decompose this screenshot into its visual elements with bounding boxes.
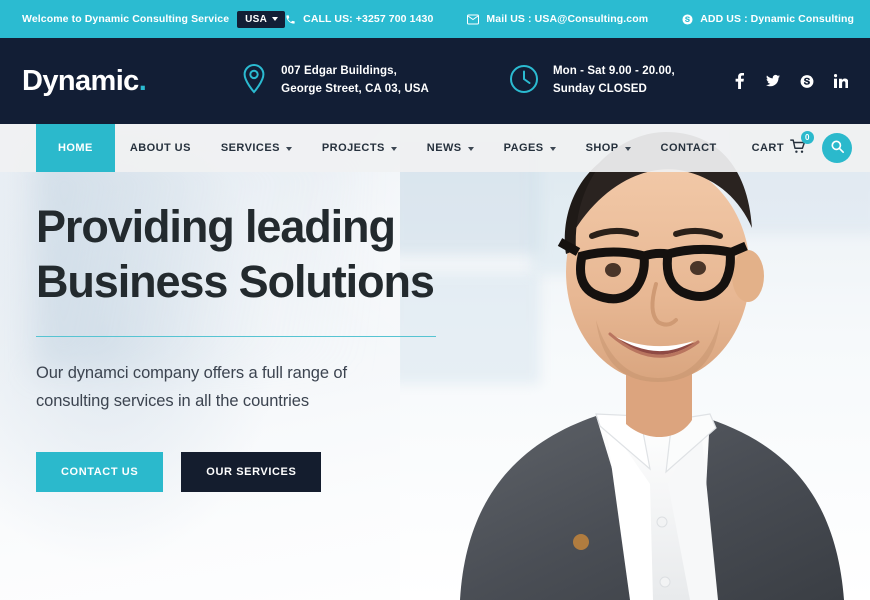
hero-title-line-1: Providing leading	[36, 201, 396, 252]
mail-us-item[interactable]: Mail US : USA@Consulting.com	[467, 13, 648, 25]
linkedin-icon[interactable]	[834, 73, 848, 89]
cart-icon: 0	[790, 131, 814, 157]
hours-line-1: Mon - Sat 9.00 - 20.00,	[552, 65, 675, 78]
hero-photo	[400, 124, 870, 600]
country-label: USA	[245, 13, 268, 25]
nav-item-home[interactable]: HOME	[36, 124, 115, 172]
nav-item-services[interactable]: SERVICES	[206, 124, 307, 172]
envelope-icon	[467, 14, 480, 25]
cart-button[interactable]: CART 0	[751, 131, 814, 157]
clock-icon	[509, 64, 539, 99]
hero-divider	[36, 335, 436, 337]
map-pin-icon	[241, 63, 267, 100]
nav-label: SHOP	[585, 142, 619, 154]
chevron-down-icon	[285, 147, 292, 151]
nav-label: PAGES	[503, 142, 544, 154]
nav-label: HOME	[58, 142, 93, 154]
add-us-item[interactable]: ADD US : Dynamic Consulting	[682, 13, 854, 25]
nav-item-pages[interactable]: PAGES	[489, 124, 571, 172]
hero-title: Providing leading Business Solutions	[36, 200, 456, 310]
logo-dot: .	[138, 64, 147, 97]
hours-line-2: Sunday CLOSED	[552, 83, 647, 95]
chevron-down-icon	[272, 17, 279, 21]
facebook-icon[interactable]	[732, 73, 746, 89]
nav-label: PROJECTS	[321, 142, 385, 154]
hero-buttons: CONTACT US OUR SERVICES	[36, 451, 456, 492]
main-navigation-wrap: HOME ABOUT US SERVICES PROJECTS NEWS PAG…	[0, 124, 870, 172]
mail-us-text: Mail US : USA@Consulting.com	[486, 13, 649, 25]
nav-item-about-us[interactable]: ABOUT US	[115, 124, 206, 172]
hero-content: Providing leading Business Solutions Our…	[36, 200, 456, 492]
site-header: Dynamic. 007 Edgar Buildings, George Str…	[0, 38, 870, 124]
logo-text: Dynamic	[22, 64, 139, 97]
top-info-bar: Welcome to Dynamic Consulting Service US…	[0, 0, 870, 38]
cart-count-badge: 0	[801, 131, 814, 144]
call-us-item[interactable]: CALL US: +3257 700 1430	[285, 13, 433, 25]
hero-sub-line-1: Our dynamci company offers a full range …	[36, 363, 347, 382]
page-root: Welcome to Dynamic Consulting Service US…	[0, 0, 870, 600]
nav-label: CONTACT	[660, 142, 717, 154]
hero-sub-line-2: consulting services in all the countries	[36, 392, 309, 411]
chevron-down-icon	[549, 147, 556, 151]
welcome-text: Welcome to Dynamic Consulting Service	[22, 13, 230, 25]
search-icon	[830, 140, 844, 156]
phone-icon	[285, 14, 296, 25]
nav-label: ABOUT US	[129, 142, 191, 154]
welcome-block: Welcome to Dynamic Consulting Service US…	[22, 10, 286, 28]
nav-label: SERVICES	[220, 142, 280, 154]
chevron-down-icon	[467, 147, 474, 151]
skype-icon[interactable]	[800, 73, 814, 89]
nav-item-projects[interactable]: PROJECTS	[307, 124, 412, 172]
nav-item-contact[interactable]: CONTACT	[646, 124, 732, 172]
skype-icon	[682, 13, 693, 25]
search-button[interactable]	[822, 133, 852, 163]
call-us-text: CALL US: +3257 700 1430	[303, 13, 434, 25]
hero-title-line-2: Business Solutions	[36, 255, 435, 307]
nav-right-tools: CART 0	[752, 124, 852, 172]
cart-label: CART	[751, 142, 784, 154]
social-links	[732, 73, 848, 89]
add-us-text: ADD US : Dynamic Consulting	[700, 13, 854, 25]
our-services-button[interactable]: OUR SERVICES	[181, 451, 322, 492]
site-logo[interactable]: Dynamic.	[22, 64, 147, 97]
header-address-block: 007 Edgar Buildings, George Street, CA 0…	[241, 63, 429, 100]
chevron-down-icon	[624, 147, 631, 151]
nav-item-news[interactable]: NEWS	[412, 124, 489, 172]
header-hours-block: Mon - Sat 9.00 - 20.00, Sunday CLOSED	[509, 63, 675, 99]
address-line-2: George Street, CA 03, USA	[281, 83, 429, 95]
chevron-down-icon	[390, 147, 397, 151]
nav-items: HOME ABOUT US SERVICES PROJECTS NEWS PAG…	[36, 124, 732, 172]
twitter-icon[interactable]	[766, 73, 780, 89]
address-line-1: 007 Edgar Buildings,	[281, 65, 397, 78]
nav-item-shop[interactable]: SHOP	[571, 124, 646, 172]
country-selector[interactable]: USA	[237, 10, 286, 28]
topbar-contact-items: CALL US: +3257 700 1430 Mail US : USA@Co…	[285, 13, 854, 25]
nav-label: NEWS	[426, 142, 462, 154]
contact-us-button[interactable]: CONTACT US	[36, 451, 164, 492]
hero-section: Providing leading Business Solutions Our…	[0, 124, 870, 600]
businessman-photo	[460, 132, 844, 600]
main-navigation: HOME ABOUT US SERVICES PROJECTS NEWS PAG…	[0, 124, 870, 172]
hero-subtitle: Our dynamci company offers a full range …	[36, 359, 456, 416]
